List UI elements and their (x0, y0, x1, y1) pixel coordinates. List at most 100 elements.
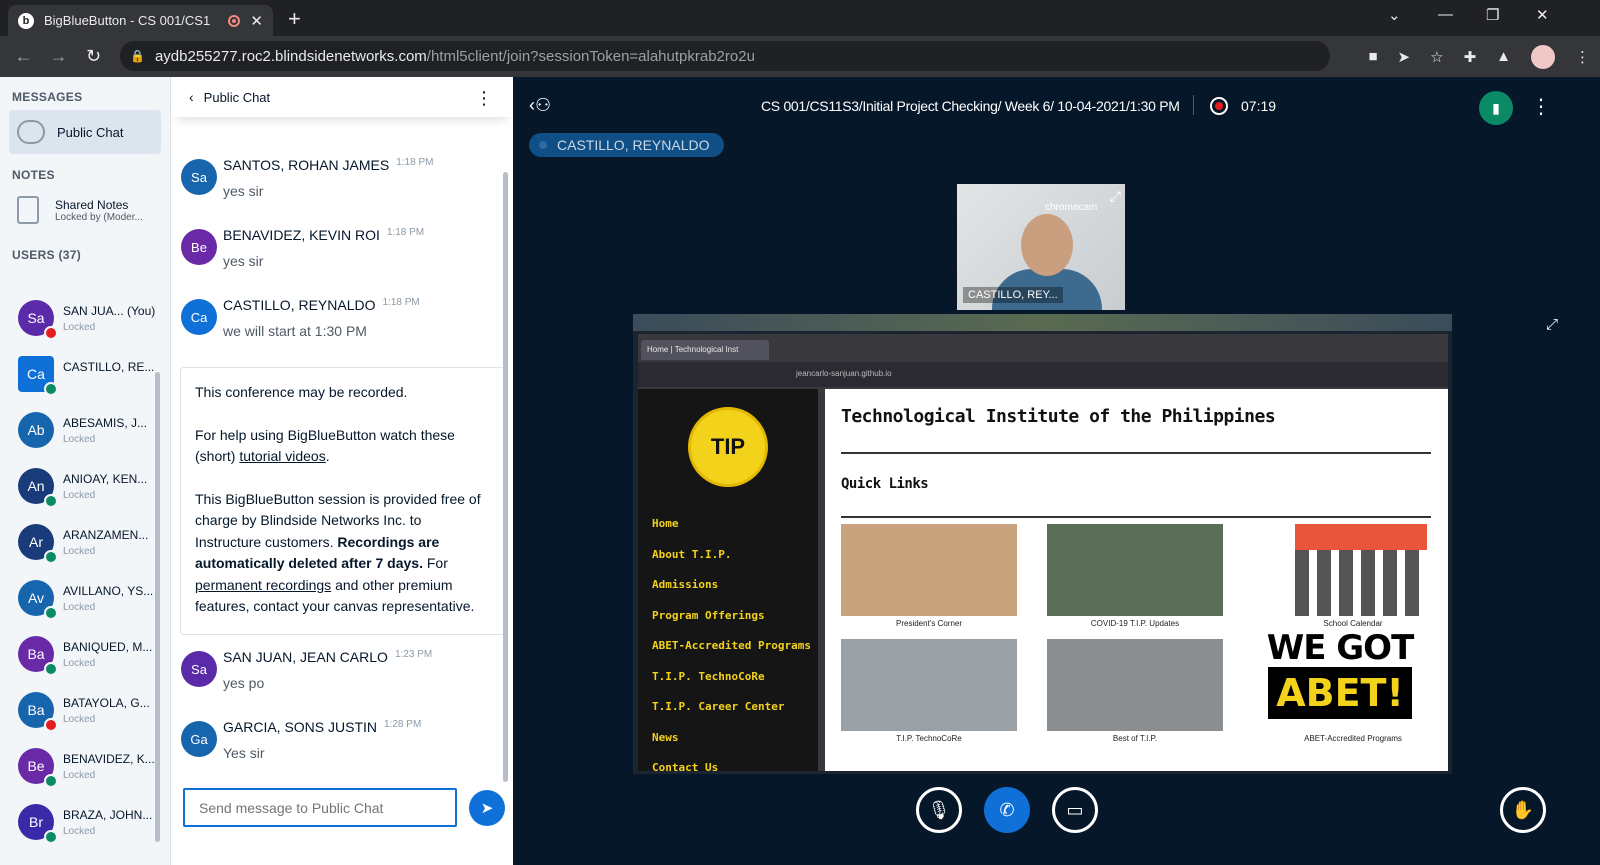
send-tab-icon[interactable]: ➤ (1398, 48, 1411, 66)
quick-link-card: Best of T.I.P. (1047, 639, 1223, 743)
connection-status-icon[interactable]: ▮ (1479, 91, 1513, 125)
audio-status-icon (44, 606, 58, 620)
permanent-recordings-link[interactable]: permanent recordings (195, 577, 331, 593)
site-nav-link: Admissions (652, 578, 719, 591)
user-avatar: Ba (18, 692, 58, 732)
sender-name: CASTILLO, REYNALDO (223, 297, 376, 313)
forward-icon[interactable]: → (41, 46, 76, 67)
screenshare-video: Home | Technological Inst jeancarlo-sanj… (633, 314, 1452, 774)
user-locked-status: Locked (63, 770, 96, 781)
users-heading: USERS (37) (12, 248, 82, 262)
chevron-left-icon[interactable]: ‹ (189, 89, 194, 105)
webcam-video[interactable]: chromacam CASTILLO, REY... ⤢ (957, 184, 1125, 310)
user-name: BATAYOLA, G... (63, 696, 150, 710)
microphone-off-icon: 🎙 (927, 799, 951, 820)
user-list-item[interactable]: Ba BANIQUED, M... Locked (18, 636, 158, 686)
chat-message-input[interactable] (183, 788, 457, 827)
browser-tab[interactable]: b BigBlueButton - CS 001/CS1 ✕ (8, 5, 273, 36)
labs-icon[interactable]: ▲ (1496, 48, 1511, 65)
system-p1: This conference may be recorded. (195, 384, 408, 400)
message-sender: GARCIA, SONS JUSTIN 1:28 PM (223, 719, 421, 735)
webcam-username[interactable]: CASTILLO, REY... (963, 287, 1063, 303)
hand-icon: ✋ (1511, 799, 1535, 820)
site-nav-link: Contact Us (652, 761, 719, 774)
message-avatar: Ca (181, 299, 217, 335)
user-list-item[interactable]: Sa SAN JUA... (You) Locked (18, 300, 158, 350)
notes-heading: NOTES (12, 168, 55, 182)
browser-menu-icon[interactable]: ⋮ (1575, 48, 1590, 66)
camera-icon[interactable]: ■ (1368, 48, 1377, 65)
message-avatar: Sa (181, 651, 217, 687)
minimize-icon[interactable]: — (1438, 6, 1453, 23)
user-list-item[interactable]: Ca CASTILLO, RE... (18, 356, 158, 406)
user-list-item[interactable]: Ba BATAYOLA, G... Locked (18, 692, 158, 742)
card-caption: School Calendar (1323, 619, 1383, 628)
tab-close-icon[interactable]: ✕ (250, 12, 263, 30)
talking-indicator[interactable]: CASTILLO, REYNALDO (529, 133, 724, 157)
chat-message: Sa SAN JUAN, JEAN CARLO 1:23 PM yes po (181, 649, 501, 707)
shared-url: jeancarlo-sanjuan.github.io (796, 369, 892, 378)
reload-icon[interactable]: ↻ (76, 46, 111, 67)
user-list-item[interactable]: Ab ABESAMIS, J... Locked (18, 412, 158, 462)
chat-header[interactable]: ‹ Public Chat (171, 77, 513, 117)
site-nav-link: ABET-Accredited Programs (652, 639, 811, 652)
options-menu-icon[interactable]: ⋮ (1531, 94, 1551, 119)
chat-scrollbar[interactable] (503, 172, 508, 782)
send-message-button[interactable]: ➤ (469, 790, 505, 826)
video-off-icon: ▭ (1066, 799, 1084, 820)
message-time: 1:28 PM (384, 719, 422, 730)
site-nav-link: T.I.P. TechnoCoRe (652, 669, 765, 683)
leave-audio-button[interactable]: ✆ (984, 787, 1030, 833)
chat-message: Ca CASTILLO, REYNALDO 1:18 PM we will sta… (181, 297, 501, 355)
toggle-userlist-icon[interactable]: ‹⚇ (529, 95, 551, 116)
audio-status-icon (44, 662, 58, 676)
user-list-scrollbar[interactable] (155, 372, 160, 842)
site-nav-link: Home (652, 517, 679, 530)
webcam-person-head (1021, 214, 1073, 276)
message-text: yes sir (223, 253, 264, 269)
extensions-icon[interactable]: ✚ (1464, 48, 1477, 66)
share-webcam-button[interactable]: ▭ (1052, 787, 1098, 833)
tutorial-videos-link[interactable]: tutorial videos (239, 448, 325, 464)
public-chat-item[interactable]: Public Chat (9, 110, 161, 154)
user-list-item[interactable]: Ar ARANZAMEN... Locked (18, 524, 158, 574)
recording-indicator-icon[interactable] (1210, 97, 1228, 115)
recording-timer: 07:19 (1241, 98, 1277, 114)
user-avatar: Br (18, 804, 58, 844)
user-list-item[interactable]: Be BENAVIDEZ, K... Locked (18, 748, 158, 798)
shared-notes-item[interactable]: Shared Notes Locked by (Moder... (9, 188, 161, 232)
user-name: SAN JUA... (You) (63, 304, 156, 318)
card-caption: President's Corner (896, 619, 962, 628)
shared-tab: Home | Technological Inst (641, 340, 769, 360)
message-time: 1:23 PM (394, 649, 433, 660)
audio-status-icon (44, 326, 58, 340)
profile-avatar[interactable] (1531, 44, 1555, 69)
browser-tabstrip: b BigBlueButton - CS 001/CS1 ✕ + ⌄ — ❐ ✕ (0, 0, 1600, 36)
message-sender: SAN JUAN, JEAN CARLO 1:23 PM (223, 649, 432, 665)
bookmark-star-icon[interactable]: ☆ (1430, 48, 1443, 66)
tab-search-icon[interactable]: ⌄ (1388, 6, 1401, 24)
messages-heading: MESSAGES (12, 90, 83, 104)
user-locked-status: Locked (63, 434, 96, 445)
url-field[interactable]: 🔒 aydb255277.roc2.blindsidenetworks.com /… (120, 41, 1330, 71)
audio-status-icon (44, 774, 58, 788)
user-avatar: Ab (18, 412, 54, 448)
webcam-fullscreen-icon[interactable]: ⤢ (1110, 188, 1121, 205)
user-initials: Av (27, 590, 45, 606)
chat-options-icon[interactable]: ⋮ (475, 88, 493, 109)
screenshare-fullscreen-icon[interactable]: ⤢ (1546, 316, 1558, 333)
close-window-icon[interactable]: ✕ (1536, 6, 1549, 24)
user-list-item[interactable]: Av AVILLANO, YS... Locked (18, 580, 158, 630)
chat-message: Sa SANTOS, ROHAN JAMES 1:18 PM yes sir (181, 157, 501, 215)
user-list-item[interactable]: Br BRAZA, JOHN... Locked (18, 804, 158, 854)
user-avatar: Ar (18, 524, 58, 564)
back-icon[interactable]: ← (6, 46, 41, 67)
system-p2: For help using BigBlueButton watch these… (195, 425, 490, 468)
user-list-item[interactable]: An ANIOAY, KEN... Locked (18, 468, 158, 518)
new-tab-icon[interactable]: + (288, 6, 301, 32)
mute-button[interactable]: 🎙 (916, 787, 962, 833)
user-initials: Ar (29, 534, 43, 550)
user-avatar: Sa (18, 300, 58, 340)
raise-hand-button[interactable]: ✋ (1500, 787, 1546, 833)
restore-icon[interactable]: ❐ (1486, 6, 1499, 24)
